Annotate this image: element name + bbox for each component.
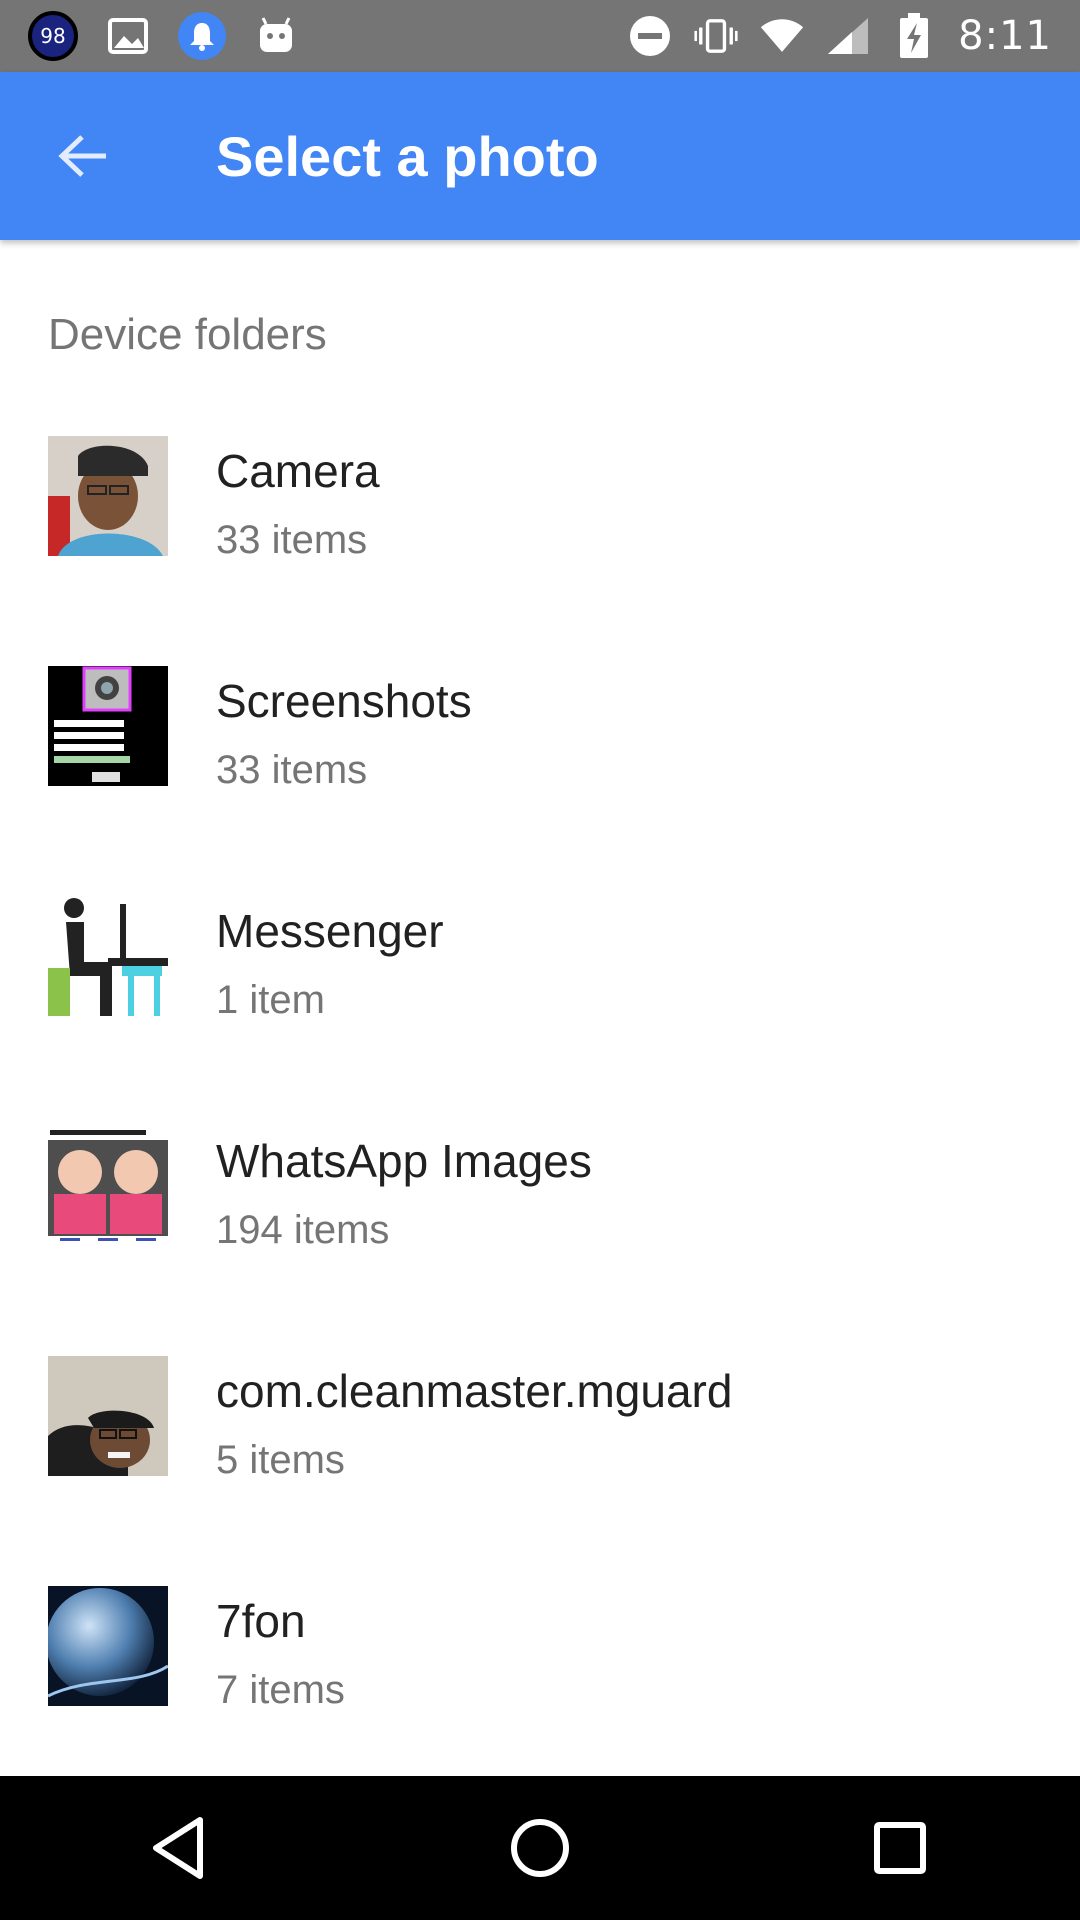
folder-name: Screenshots: [216, 675, 472, 727]
folder-count: 7 items: [216, 1668, 345, 1712]
folder-item-messenger[interactable]: Messenger 1 item: [0, 896, 1080, 1126]
arrow-back-icon: [58, 135, 106, 177]
home-circle-icon: [511, 1819, 569, 1877]
folder-name: Messenger: [216, 905, 444, 957]
wifi-icon: [760, 14, 804, 58]
back-triangle-icon: [153, 1817, 203, 1879]
folder-thumbnail-cleanmaster: [48, 1356, 168, 1476]
nav-recents-button[interactable]: [840, 1788, 960, 1908]
folder-count: 33 items: [216, 518, 368, 562]
folder-count: 194 items: [216, 1208, 390, 1252]
battery-charging-icon: [892, 13, 936, 58]
folder-name: WhatsApp Images: [216, 1135, 592, 1187]
status-time: 8:11: [958, 13, 1052, 59]
folder-thumbnail-messenger: [48, 896, 168, 1016]
folder-thumbnail-screenshots: [48, 666, 168, 786]
recents-square-icon: [874, 1822, 926, 1874]
folder-name: Camera: [216, 445, 380, 497]
vibrate-icon: [694, 14, 738, 58]
app-bar: Select a photo: [0, 72, 1080, 240]
folder-item-camera[interactable]: Camera 33 items: [0, 436, 1080, 666]
notification-bell-icon: [178, 12, 226, 60]
folder-name: 7fon: [216, 1595, 306, 1647]
battery-badge-text: 98: [40, 24, 66, 48]
folder-count: 1 item: [216, 978, 325, 1022]
folder-count: 33 items: [216, 748, 368, 792]
folder-item-whatsapp-images[interactable]: WhatsApp Images 194 items: [0, 1126, 1080, 1356]
folder-item-screenshots[interactable]: Screenshots 33 items: [0, 666, 1080, 896]
do-not-disturb-icon: [628, 14, 672, 58]
folder-picker-content: Device folders Camera 33 items Screensho…: [0, 240, 1080, 1776]
status-bar: 98 8:11: [0, 0, 1080, 72]
folder-count: 5 items: [216, 1438, 345, 1482]
page-title: Select a photo: [216, 124, 599, 188]
navigation-bar: [0, 1776, 1080, 1920]
back-button[interactable]: [24, 96, 144, 216]
folder-item-cleanmaster[interactable]: com.cleanmaster.mguard 5 items: [0, 1356, 1080, 1586]
folder-thumbnail-whatsapp-images: [48, 1126, 168, 1246]
folder-thumbnail-camera: [48, 436, 168, 556]
nav-back-button[interactable]: [120, 1788, 240, 1908]
nav-home-button[interactable]: [480, 1788, 600, 1908]
image-icon: [106, 14, 150, 58]
cell-signal-icon: [826, 14, 870, 58]
folder-list: Camera 33 items Screenshots 33 items Mes…: [0, 436, 1080, 1816]
folder-thumbnail-7fon: [48, 1586, 168, 1706]
folder-name: com.cleanmaster.mguard: [216, 1365, 733, 1417]
section-header: Device folders: [48, 310, 327, 359]
battery-ring-icon: 98: [28, 11, 78, 61]
android-icon: [254, 14, 298, 58]
